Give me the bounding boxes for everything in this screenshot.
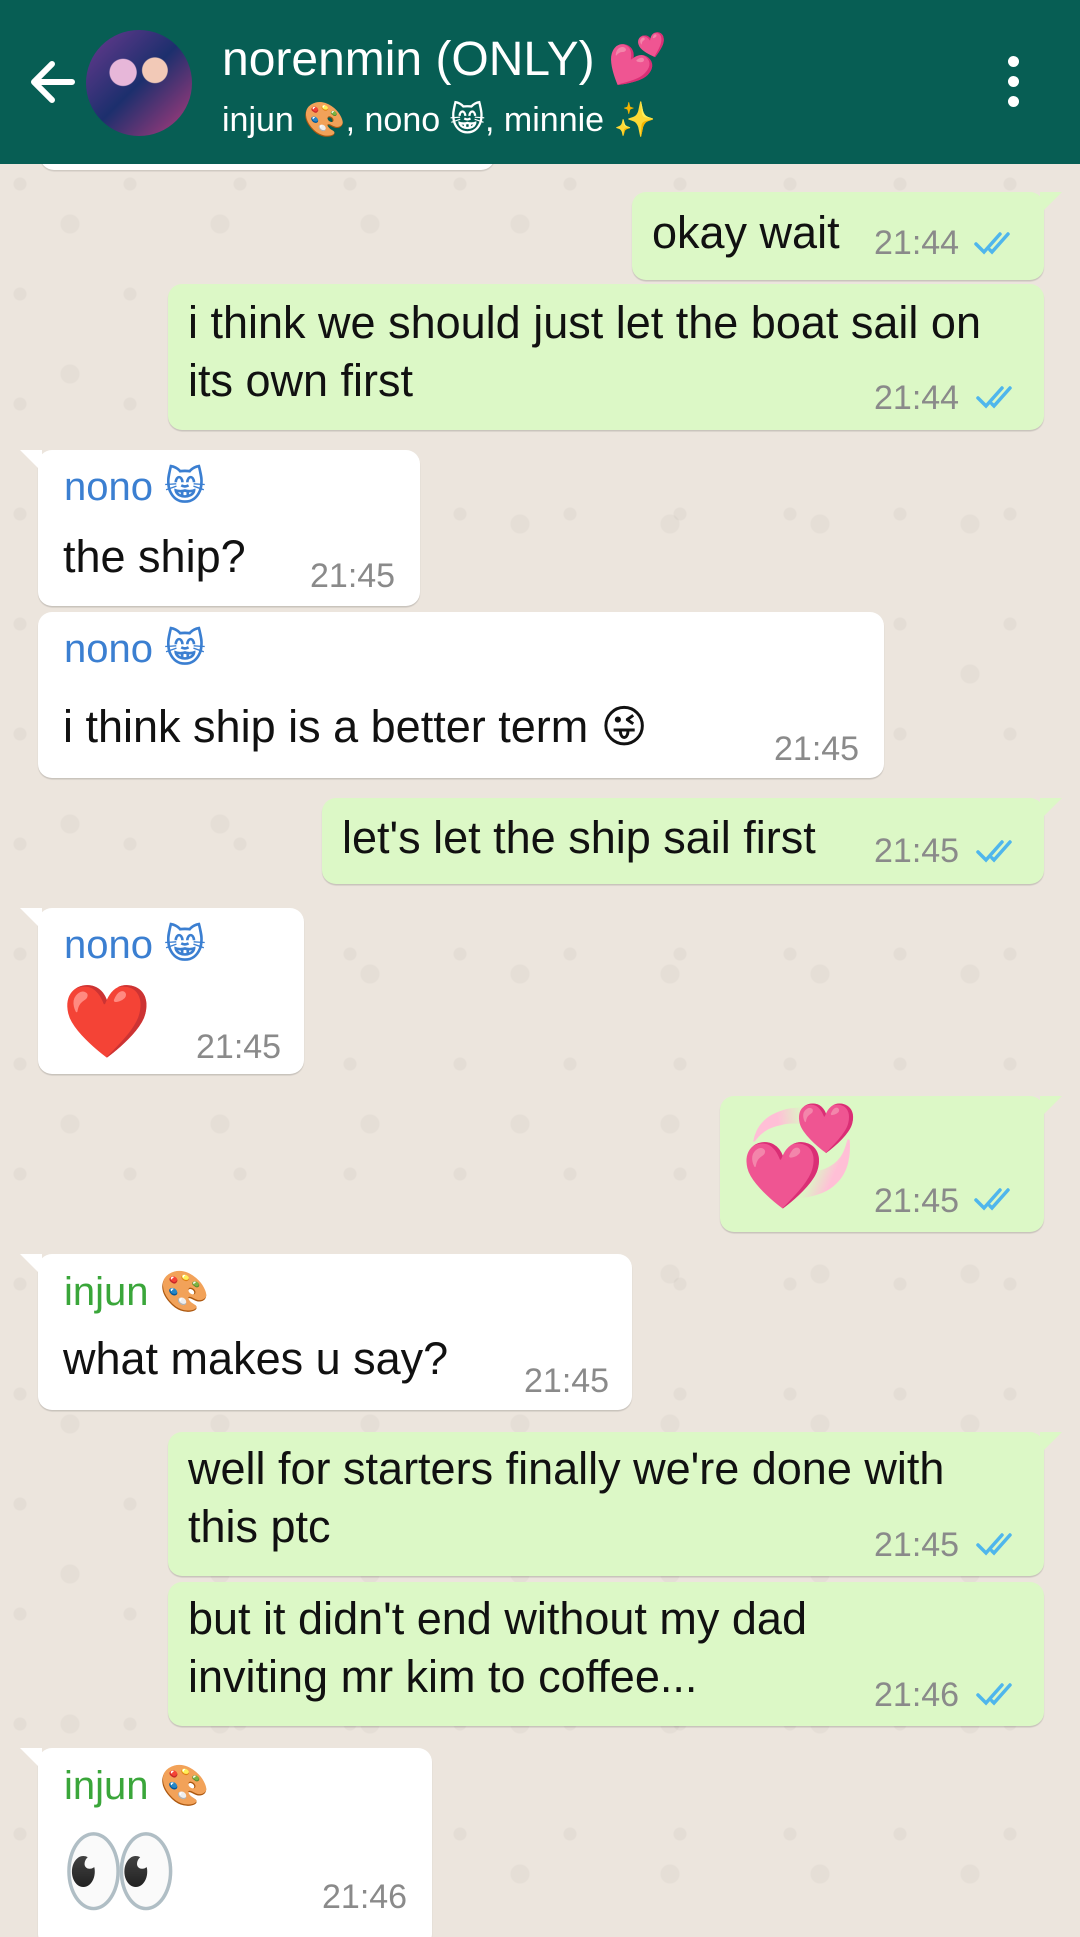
read-ticks-icon (976, 386, 1012, 409)
sender-name: injun 🎨 (64, 1270, 210, 1314)
message-time: 21:45 (874, 1526, 960, 1564)
message-outgoing[interactable]: 💞 21:45 (720, 1096, 1062, 1232)
bubble-tail (20, 1748, 42, 1770)
bubble-tail (1040, 798, 1062, 820)
sender-name: nono 😸 (64, 465, 206, 509)
message-time: 21:45 (196, 1028, 282, 1066)
message-text: 💞 (740, 1102, 860, 1209)
message-outgoing[interactable]: let's let the ship sail first 21:45 (322, 798, 1062, 884)
message-list[interactable]: okay wait 21:44 i think we should just l… (0, 164, 1080, 1937)
bubble-tail (20, 908, 42, 930)
group-avatar[interactable] (86, 30, 192, 136)
bubble-tail (1040, 192, 1062, 214)
message-time: 21:45 (774, 730, 860, 768)
message-incoming[interactable]: injun 🎨 👀 21:46 (20, 1748, 432, 1937)
read-ticks-icon (976, 840, 1012, 863)
read-ticks-icon (974, 232, 1010, 255)
sender-name: nono 😸 (64, 627, 206, 671)
message-time: 21:45 (874, 1182, 960, 1220)
message-text: ❤️ (62, 982, 152, 1062)
message-incoming[interactable]: nono 😸 i think ship is a better term 😜 2… (38, 612, 884, 778)
message-incoming[interactable]: injun 🎨 what makes u say? 21:45 (20, 1254, 632, 1410)
message-text: i think we should just let the boat sail… (188, 297, 981, 406)
sender-name: nono 😸 (64, 923, 206, 967)
bubble-tail (20, 450, 42, 472)
chat-title[interactable]: norenmin (ONLY) 💕 (222, 30, 668, 87)
arrow-left-icon[interactable] (22, 52, 82, 112)
message-time: 21:45 (874, 832, 960, 870)
message-incoming[interactable]: nono 😸 ❤️ 21:45 (20, 908, 304, 1074)
sender-name: injun 🎨 (64, 1764, 210, 1808)
message-time: 21:45 (524, 1362, 610, 1400)
more-vertical-icon[interactable] (1000, 56, 1026, 112)
message-text: let's let the ship sail first (342, 812, 816, 863)
message-text: the ship? (63, 531, 246, 582)
chat-members[interactable]: injun 🎨, nono 😸, minnie ✨ (222, 100, 656, 140)
bubble-tail (1040, 1432, 1062, 1454)
chat-header: norenmin (ONLY) 💕 injun 🎨, nono 😸, minni… (0, 0, 1080, 164)
message-time: 21:44 (874, 224, 960, 262)
message-text: well for starters finally we're done wit… (188, 1443, 945, 1552)
message-time: 21:45 (310, 557, 396, 595)
message-outgoing[interactable]: okay wait 21:44 (632, 192, 1062, 280)
message-text: but it didn't end without my dad invitin… (188, 1593, 807, 1702)
message-text: okay wait (652, 207, 840, 258)
read-ticks-icon (976, 1533, 1012, 1556)
message-time: 21:44 (874, 379, 960, 417)
bubble-tail (20, 1254, 42, 1276)
message-outgoing[interactable]: but it didn't end without my dad invitin… (168, 1582, 1044, 1726)
message-text: 👀 (60, 1818, 180, 1925)
message-time: 21:46 (322, 1878, 408, 1916)
message-time: 21:46 (874, 1676, 960, 1714)
message-outgoing[interactable]: i think we should just let the boat sail… (168, 284, 1044, 430)
message-text: what makes u say? (63, 1333, 449, 1384)
message-outgoing[interactable]: well for starters finally we're done wit… (168, 1432, 1062, 1576)
message-text: i think ship is a better term 😜 (63, 701, 648, 752)
read-ticks-icon (974, 1188, 1010, 1211)
bubble-tail (1040, 1096, 1062, 1118)
message-incoming[interactable]: nono 😸 the ship? 21:45 (20, 450, 420, 606)
read-ticks-icon (976, 1683, 1012, 1706)
previous-message-edge (40, 164, 495, 170)
